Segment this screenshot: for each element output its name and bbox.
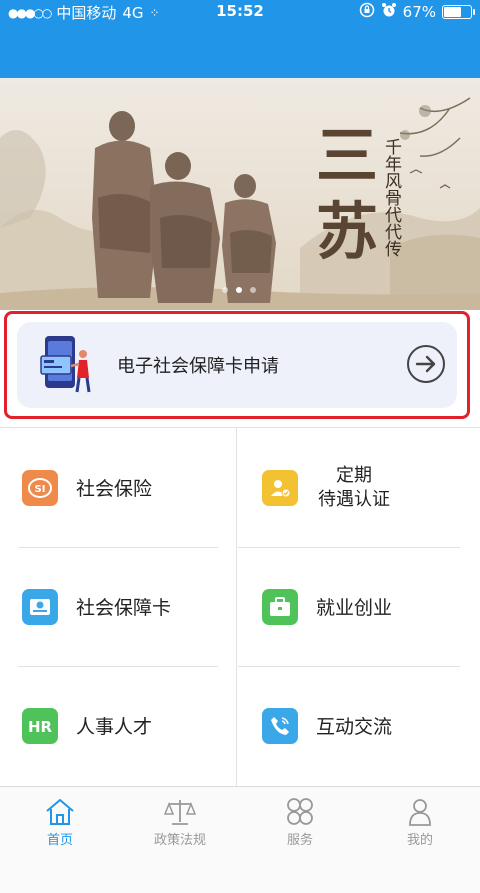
grid-item-label: 互动交流: [316, 716, 393, 738]
battery-icon: [442, 5, 475, 19]
phone-card-illustration-icon: [35, 332, 99, 396]
services-grid-icon: [287, 798, 313, 825]
scales-icon: [164, 800, 196, 825]
rotation-lock-icon: [359, 2, 375, 22]
grid-item-social-insurance[interactable]: SI 社会保险: [0, 428, 237, 547]
carousel-dot-active[interactable]: [236, 287, 242, 293]
banner-carousel[interactable]: 三苏 千年风骨代代传: [0, 78, 480, 310]
grid-item-label-line1: 定期: [336, 464, 372, 486]
carousel-dot[interactable]: [222, 287, 228, 293]
apply-card-label: 电子社会保障卡申请: [117, 356, 279, 377]
grid-item-label: 就业创业: [316, 597, 393, 619]
grid-item-interaction[interactable]: 互动交流: [238, 666, 475, 785]
tab-services[interactable]: 服务: [240, 797, 360, 848]
tab-home[interactable]: 首页: [0, 797, 120, 848]
apply-card-highlight: 电子社会保障卡申请: [4, 311, 470, 419]
tab-label: 政策法规: [153, 833, 206, 848]
grid-item-label: 人事人才: [76, 716, 153, 738]
hr-icon: HR: [22, 707, 58, 744]
social-insurance-icon: SI: [22, 469, 58, 506]
banner-illustration: [0, 78, 480, 310]
tab-profile[interactable]: 我的: [360, 797, 480, 848]
carousel-indicator[interactable]: [222, 287, 256, 293]
battery-percent: 67%: [402, 3, 436, 21]
grid-item-hr[interactable]: HR 人事人才: [0, 666, 237, 785]
grid-item-label: 社会保险: [76, 478, 153, 500]
grid-item-label: 社会保障卡: [76, 597, 172, 619]
tab-label: 服务: [286, 833, 313, 848]
tab-label: 首页: [46, 833, 73, 848]
banner-title: 三苏: [315, 119, 378, 268]
service-grid: SI 社会保险 定期 待遇认证 社会保障卡 就业创业 HR 人事人才 互动交流: [0, 428, 480, 786]
svg-text:SI: SI: [35, 484, 46, 495]
status-bar: ●●●○○ 中国移动 4G ⁘ 15:52 67%: [0, 0, 480, 24]
svg-text:HR: HR: [28, 718, 53, 736]
grid-item-benefit-certification[interactable]: 定期 待遇认证: [238, 428, 475, 547]
bottom-tab-bar: 首页 政策法规 服务 我的: [0, 786, 480, 893]
grid-item-employment[interactable]: 就业创业: [238, 547, 475, 666]
arrow-right-circle-icon[interactable]: [407, 345, 445, 383]
grid-item-social-security-card[interactable]: 社会保障卡: [0, 547, 237, 666]
social-security-card-icon: [22, 588, 58, 625]
grid-item-label: 定期 待遇认证: [318, 464, 390, 512]
tab-label: 我的: [406, 833, 433, 848]
profile-icon: [409, 799, 431, 826]
alarm-icon: [381, 2, 397, 22]
employment-briefcase-icon: [262, 588, 298, 625]
benefit-certification-icon: [262, 469, 298, 506]
battery-level: [444, 7, 461, 17]
home-icon: [46, 799, 74, 825]
apply-card[interactable]: 电子社会保障卡申请: [17, 322, 457, 408]
tab-policy[interactable]: 政策法规: [120, 797, 240, 848]
status-right: 67%: [359, 2, 475, 22]
banner-subtitle: 千年风骨代代传: [381, 138, 401, 257]
phone-chat-icon: [262, 707, 298, 744]
carousel-dot[interactable]: [250, 287, 256, 293]
grid-item-label-line2: 待遇认证: [318, 488, 390, 510]
